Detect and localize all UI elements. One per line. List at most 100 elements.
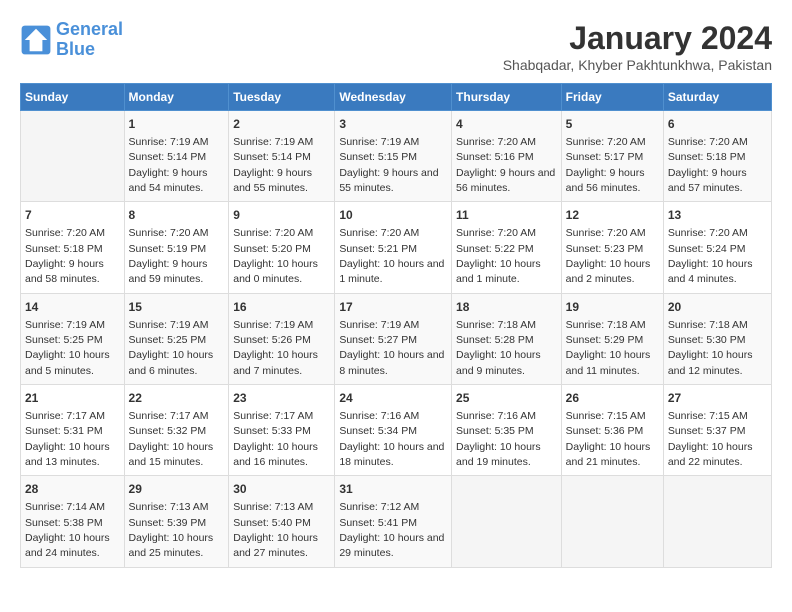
day-daylight: Daylight: 9 hours and 56 minutes.: [566, 167, 645, 194]
day-sunset: Sunset: 5:28 PM: [456, 334, 534, 346]
day-sunrise: Sunrise: 7:17 AM: [129, 410, 209, 422]
day-number: 10: [339, 207, 447, 224]
logo-line1: General: [56, 19, 123, 39]
calendar-cell: 16 Sunrise: 7:19 AM Sunset: 5:26 PM Dayl…: [229, 293, 335, 384]
day-number: 5: [566, 116, 659, 133]
header-friday: Friday: [561, 84, 663, 111]
day-sunrise: Sunrise: 7:19 AM: [129, 136, 209, 148]
day-daylight: Daylight: 10 hours and 8 minutes.: [339, 349, 444, 376]
day-number: 6: [668, 116, 767, 133]
day-sunset: Sunset: 5:41 PM: [339, 517, 417, 529]
day-sunset: Sunset: 5:40 PM: [233, 517, 311, 529]
day-daylight: Daylight: 9 hours and 56 minutes.: [456, 167, 555, 194]
header-row: Sunday Monday Tuesday Wednesday Thursday…: [21, 84, 772, 111]
day-number: 12: [566, 207, 659, 224]
day-daylight: Daylight: 10 hours and 29 minutes.: [339, 532, 444, 559]
day-sunset: Sunset: 5:23 PM: [566, 243, 644, 255]
day-sunrise: Sunrise: 7:20 AM: [25, 227, 105, 239]
day-sunset: Sunset: 5:32 PM: [129, 425, 207, 437]
day-sunrise: Sunrise: 7:15 AM: [668, 410, 748, 422]
calendar-cell: 4 Sunrise: 7:20 AM Sunset: 5:16 PM Dayli…: [452, 111, 562, 202]
calendar-table: Sunday Monday Tuesday Wednesday Thursday…: [20, 83, 772, 568]
page-header: General Blue January 2024 Shabqadar, Khy…: [20, 20, 772, 73]
day-sunset: Sunset: 5:29 PM: [566, 334, 644, 346]
day-number: 14: [25, 299, 120, 316]
day-sunset: Sunset: 5:20 PM: [233, 243, 311, 255]
calendar-cell: 26 Sunrise: 7:15 AM Sunset: 5:36 PM Dayl…: [561, 385, 663, 476]
calendar-week-4: 21 Sunrise: 7:17 AM Sunset: 5:31 PM Dayl…: [21, 385, 772, 476]
day-daylight: Daylight: 10 hours and 19 minutes.: [456, 441, 541, 468]
calendar-cell: 12 Sunrise: 7:20 AM Sunset: 5:23 PM Dayl…: [561, 202, 663, 293]
day-number: 2: [233, 116, 330, 133]
day-daylight: Daylight: 10 hours and 5 minutes.: [25, 349, 110, 376]
day-daylight: Daylight: 10 hours and 22 minutes.: [668, 441, 753, 468]
day-number: 24: [339, 390, 447, 407]
day-sunset: Sunset: 5:18 PM: [668, 151, 746, 163]
day-daylight: Daylight: 9 hours and 59 minutes.: [129, 258, 208, 285]
day-sunrise: Sunrise: 7:13 AM: [233, 501, 313, 513]
calendar-cell: 21 Sunrise: 7:17 AM Sunset: 5:31 PM Dayl…: [21, 385, 125, 476]
day-sunrise: Sunrise: 7:19 AM: [233, 136, 313, 148]
calendar-cell: 3 Sunrise: 7:19 AM Sunset: 5:15 PM Dayli…: [335, 111, 452, 202]
day-sunrise: Sunrise: 7:19 AM: [339, 319, 419, 331]
header-sunday: Sunday: [21, 84, 125, 111]
day-sunrise: Sunrise: 7:20 AM: [233, 227, 313, 239]
day-sunrise: Sunrise: 7:20 AM: [456, 227, 536, 239]
day-daylight: Daylight: 10 hours and 6 minutes.: [129, 349, 214, 376]
calendar-cell: 31 Sunrise: 7:12 AM Sunset: 5:41 PM Dayl…: [335, 476, 452, 567]
day-number: 3: [339, 116, 447, 133]
header-wednesday: Wednesday: [335, 84, 452, 111]
calendar-cell: [452, 476, 562, 567]
day-sunrise: Sunrise: 7:16 AM: [339, 410, 419, 422]
logo: General Blue: [20, 20, 123, 60]
day-number: 27: [668, 390, 767, 407]
day-sunrise: Sunrise: 7:15 AM: [566, 410, 646, 422]
day-daylight: Daylight: 10 hours and 7 minutes.: [233, 349, 318, 376]
calendar-cell: 27 Sunrise: 7:15 AM Sunset: 5:37 PM Dayl…: [663, 385, 771, 476]
day-sunset: Sunset: 5:34 PM: [339, 425, 417, 437]
day-sunrise: Sunrise: 7:16 AM: [456, 410, 536, 422]
day-daylight: Daylight: 9 hours and 54 minutes.: [129, 167, 208, 194]
title-block: January 2024 Shabqadar, Khyber Pakhtunkh…: [503, 20, 772, 73]
calendar-cell: 13 Sunrise: 7:20 AM Sunset: 5:24 PM Dayl…: [663, 202, 771, 293]
day-sunset: Sunset: 5:38 PM: [25, 517, 103, 529]
day-sunrise: Sunrise: 7:20 AM: [339, 227, 419, 239]
day-sunset: Sunset: 5:18 PM: [25, 243, 103, 255]
day-daylight: Daylight: 10 hours and 24 minutes.: [25, 532, 110, 559]
day-daylight: Daylight: 10 hours and 15 minutes.: [129, 441, 214, 468]
calendar-cell: 11 Sunrise: 7:20 AM Sunset: 5:22 PM Dayl…: [452, 202, 562, 293]
day-sunrise: Sunrise: 7:20 AM: [566, 227, 646, 239]
day-daylight: Daylight: 10 hours and 1 minute.: [339, 258, 444, 285]
calendar-week-1: 1 Sunrise: 7:19 AM Sunset: 5:14 PM Dayli…: [21, 111, 772, 202]
logo-text: General Blue: [56, 20, 123, 60]
day-sunset: Sunset: 5:14 PM: [129, 151, 207, 163]
day-number: 15: [129, 299, 225, 316]
calendar-week-3: 14 Sunrise: 7:19 AM Sunset: 5:25 PM Dayl…: [21, 293, 772, 384]
day-sunset: Sunset: 5:39 PM: [129, 517, 207, 529]
day-number: 18: [456, 299, 557, 316]
day-number: 16: [233, 299, 330, 316]
calendar-cell: 30 Sunrise: 7:13 AM Sunset: 5:40 PM Dayl…: [229, 476, 335, 567]
day-sunrise: Sunrise: 7:20 AM: [566, 136, 646, 148]
day-sunrise: Sunrise: 7:18 AM: [456, 319, 536, 331]
day-number: 22: [129, 390, 225, 407]
logo-line2: Blue: [56, 39, 95, 59]
day-number: 1: [129, 116, 225, 133]
day-daylight: Daylight: 10 hours and 12 minutes.: [668, 349, 753, 376]
calendar-cell: 18 Sunrise: 7:18 AM Sunset: 5:28 PM Dayl…: [452, 293, 562, 384]
day-daylight: Daylight: 10 hours and 9 minutes.: [456, 349, 541, 376]
day-sunset: Sunset: 5:37 PM: [668, 425, 746, 437]
day-sunrise: Sunrise: 7:18 AM: [566, 319, 646, 331]
day-sunrise: Sunrise: 7:20 AM: [129, 227, 209, 239]
day-number: 25: [456, 390, 557, 407]
day-daylight: Daylight: 10 hours and 25 minutes.: [129, 532, 214, 559]
day-daylight: Daylight: 9 hours and 55 minutes.: [339, 167, 438, 194]
day-number: 7: [25, 207, 120, 224]
calendar-cell: 1 Sunrise: 7:19 AM Sunset: 5:14 PM Dayli…: [124, 111, 229, 202]
day-number: 28: [25, 481, 120, 498]
calendar-cell: 20 Sunrise: 7:18 AM Sunset: 5:30 PM Dayl…: [663, 293, 771, 384]
day-sunrise: Sunrise: 7:17 AM: [25, 410, 105, 422]
day-number: 31: [339, 481, 447, 498]
calendar-cell: 23 Sunrise: 7:17 AM Sunset: 5:33 PM Dayl…: [229, 385, 335, 476]
day-sunset: Sunset: 5:33 PM: [233, 425, 311, 437]
